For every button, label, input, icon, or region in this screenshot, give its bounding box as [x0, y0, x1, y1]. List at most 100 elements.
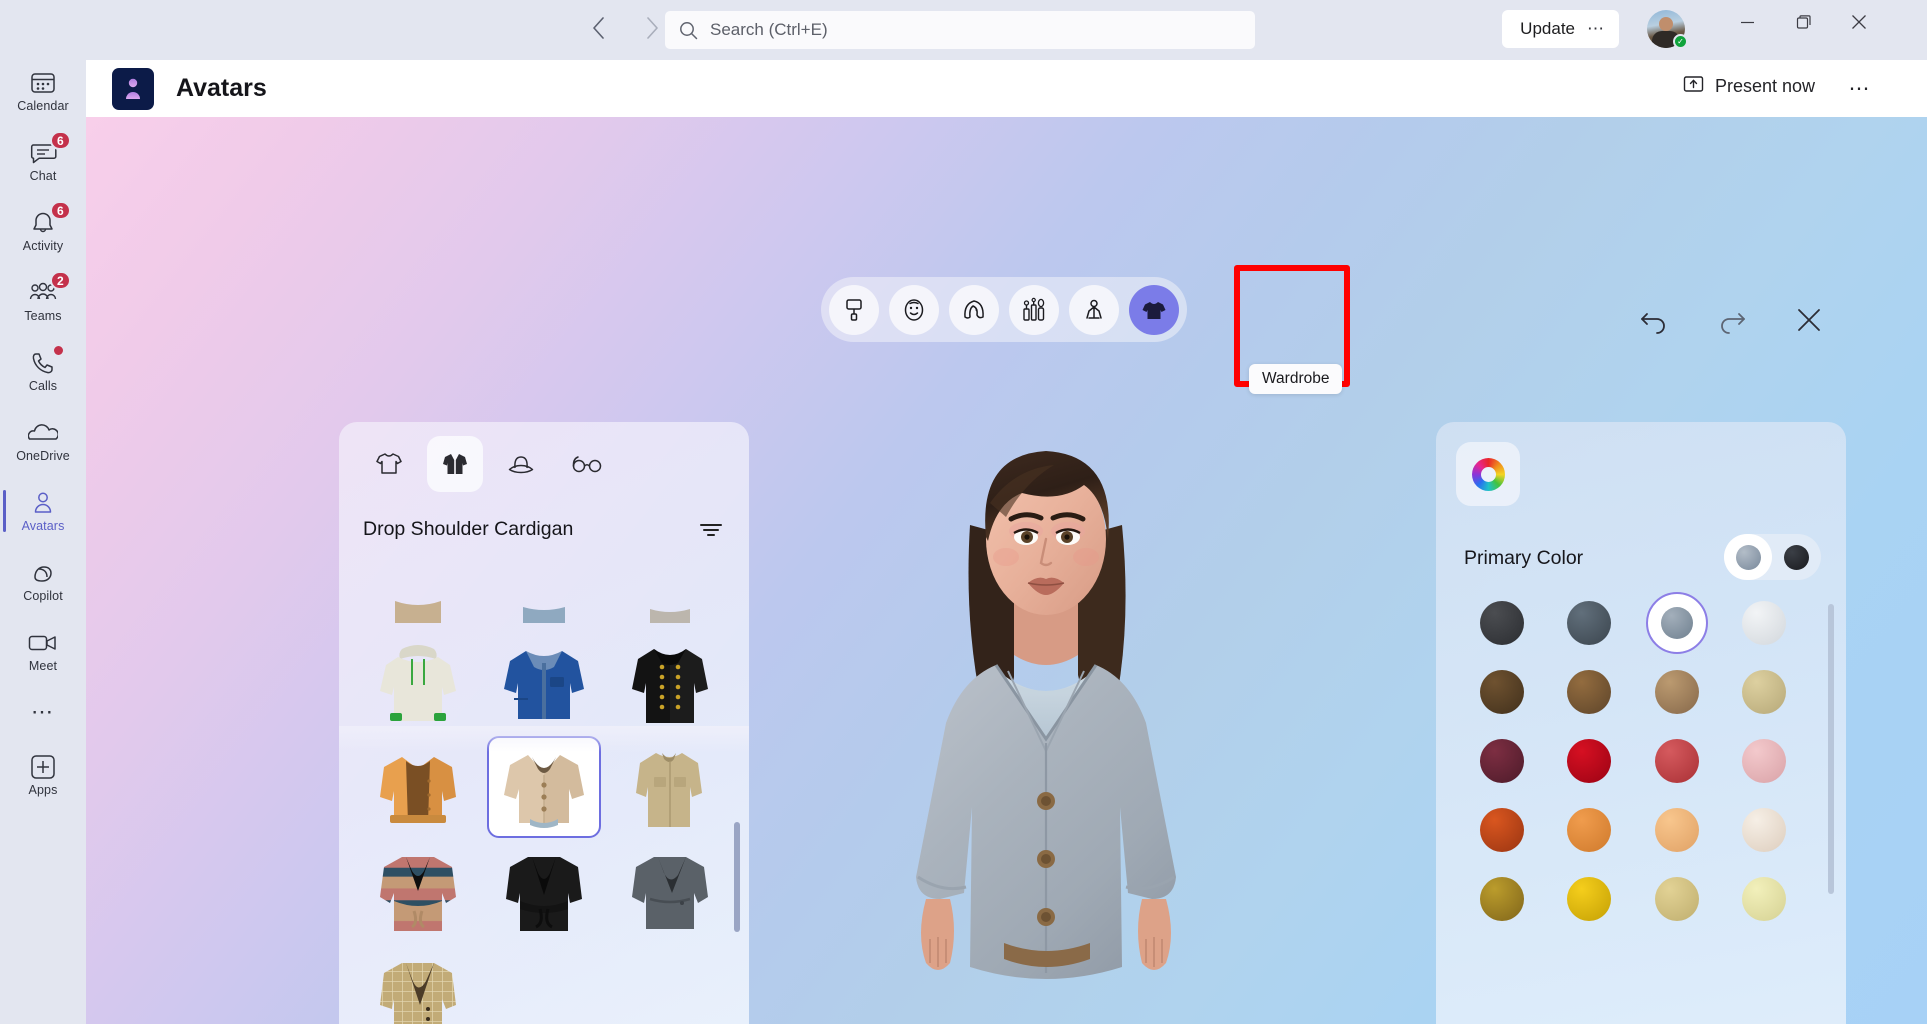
color-swatch[interactable]: [1546, 600, 1634, 645]
garment-item-partial[interactable]: [487, 574, 601, 626]
color-swatch[interactable]: [1633, 669, 1721, 714]
garment-item-blue-denim-jacket[interactable]: [487, 630, 601, 732]
garment-item-grey-blazer[interactable]: [613, 842, 727, 944]
avatar-head: [1659, 17, 1673, 31]
garment-item-partial[interactable]: [361, 574, 475, 626]
back-button[interactable]: [580, 10, 616, 46]
color-wheel-button[interactable]: [1456, 442, 1520, 506]
present-now-button[interactable]: Present now: [1683, 74, 1815, 99]
color-panel: Primary Color: [1436, 422, 1846, 1024]
color-swatch[interactable]: [1721, 669, 1809, 714]
header-more-options-icon[interactable]: ⋯: [1845, 76, 1875, 102]
more-apps-button[interactable]: ⋯: [0, 692, 86, 732]
title-bar: T Search (Ctrl+E) Update ⋯ ✓: [0, 0, 1927, 60]
chat-badge: 6: [50, 131, 71, 150]
garment-item-khaki-overshirt[interactable]: [613, 736, 727, 838]
color-swatch-selected[interactable]: [1633, 600, 1721, 645]
color-swatch[interactable]: [1458, 669, 1546, 714]
wardrobe-scrollbar[interactable]: [734, 822, 740, 932]
primary-color-swatch: [1735, 544, 1761, 570]
wardrobe-tab-tops[interactable]: [361, 436, 417, 492]
undo-icon[interactable]: [1631, 297, 1677, 343]
garment-item-empty: [613, 948, 727, 1024]
redo-icon[interactable]: [1709, 297, 1755, 343]
garment-item-orange-bomber-jacket[interactable]: [361, 736, 475, 838]
minimize-icon[interactable]: [1719, 0, 1775, 44]
garment-item-black-wrap-coat[interactable]: [487, 842, 601, 944]
sidebar-item-activity[interactable]: 6 Activity: [0, 201, 86, 260]
color-swatch[interactable]: [1546, 876, 1634, 921]
phone-icon: [31, 350, 55, 376]
sidebar-item-onedrive[interactable]: OneDrive: [0, 412, 86, 470]
filter-icon[interactable]: [699, 520, 723, 540]
wardrobe-panel: Drop Shoulder Cardigan: [339, 422, 749, 1024]
color-swatch[interactable]: [1721, 807, 1809, 852]
copilot-icon: [30, 560, 56, 586]
search-input[interactable]: Search (Ctrl+E): [665, 11, 1255, 49]
garment-item-partial[interactable]: [613, 574, 727, 626]
ellipsis-icon[interactable]: ⋯: [1587, 20, 1605, 37]
color-swatch[interactable]: [1546, 669, 1634, 714]
color-swatch[interactable]: [1721, 600, 1809, 645]
color-swatch[interactable]: [1633, 807, 1721, 852]
garment-item-cream-hoodie[interactable]: [361, 630, 475, 732]
wardrobe-tab-eyewear[interactable]: [559, 436, 615, 492]
sidebar-item-avatars[interactable]: Avatars: [0, 482, 86, 540]
color-swatch[interactable]: [1633, 738, 1721, 783]
body-tab[interactable]: [1069, 284, 1119, 335]
sidebar-item-copilot[interactable]: Copilot: [0, 552, 86, 610]
color-swatch[interactable]: [1546, 738, 1634, 783]
wardrobe-header: Drop Shoulder Cardigan: [339, 500, 749, 549]
garment-item-striped-belted-coat[interactable]: [361, 842, 475, 944]
sidebar-item-label: Chat: [29, 168, 57, 183]
color-panel-scrollbar[interactable]: [1828, 604, 1834, 894]
primary-color-slot[interactable]: [1724, 534, 1772, 580]
wardrobe-item-grid-scroll[interactable]: [339, 574, 749, 1024]
color-swatch[interactable]: [1721, 876, 1809, 921]
update-button[interactable]: Update ⋯: [1502, 10, 1619, 48]
color-slot-toggle[interactable]: [1724, 534, 1821, 580]
primary-color-label: Primary Color: [1464, 547, 1584, 569]
color-swatch[interactable]: [1721, 738, 1809, 783]
sidebar-item-chat[interactable]: 6 Chat: [0, 131, 86, 190]
sidebar-item-apps[interactable]: Apps: [0, 746, 86, 804]
color-swatch[interactable]: [1458, 600, 1546, 645]
color-swatch[interactable]: [1458, 876, 1546, 921]
garment-item-tan-plaid-blazer[interactable]: [361, 948, 475, 1024]
search-placeholder-text: Search (Ctrl+E): [710, 20, 828, 39]
sidebar-item-label: Apps: [28, 782, 58, 797]
color-swatch[interactable]: [1458, 738, 1546, 783]
maximize-icon[interactable]: [1775, 0, 1831, 44]
close-icon[interactable]: [1831, 0, 1887, 44]
color-wheel-icon: [1471, 457, 1505, 491]
wardrobe-tab-outerwear[interactable]: [427, 436, 483, 492]
sidebar-item-calendar[interactable]: Calendar: [0, 62, 86, 120]
wardrobe-tab[interactable]: [1129, 284, 1179, 335]
makeup-tab[interactable]: [1009, 284, 1059, 335]
sidebar-item-teams[interactable]: 2 Teams: [0, 271, 86, 330]
teams-badge: 2: [50, 271, 71, 290]
face-tab[interactable]: [889, 284, 939, 335]
color-swatch[interactable]: [1546, 807, 1634, 852]
sidebar-item-label: Calendar: [17, 98, 69, 113]
page-title: Avatars: [176, 74, 267, 102]
sidebar-item-label: Avatars: [21, 518, 65, 533]
hair-tab[interactable]: [949, 284, 999, 335]
avatar-editor-stage: Wardrobe Drop Shoulder Cardigan Primary …: [86, 117, 1927, 1024]
close-editor-icon[interactable]: [1786, 297, 1832, 343]
plus-square-icon: [30, 754, 56, 780]
color-swatch[interactable]: [1458, 807, 1546, 852]
color-swatch[interactable]: [1633, 876, 1721, 921]
navigation-arrows: [580, 10, 670, 46]
garment-item-black-military-coat[interactable]: [613, 630, 727, 732]
wardrobe-tab-headwear[interactable]: [493, 436, 549, 492]
garment-item-beige-drop-shoulder-cardigan[interactable]: [487, 736, 601, 838]
video-camera-icon: [28, 630, 58, 656]
sidebar-item-calls[interactable]: Calls: [0, 342, 86, 400]
secondary-color-slot[interactable]: [1772, 534, 1820, 580]
update-label: Update: [1520, 19, 1575, 38]
present-now-label: Present now: [1714, 76, 1815, 96]
appearance-tab[interactable]: [829, 284, 879, 335]
sidebar-item-meet[interactable]: Meet: [0, 622, 86, 680]
sidebar-item-label: Teams: [24, 308, 62, 323]
